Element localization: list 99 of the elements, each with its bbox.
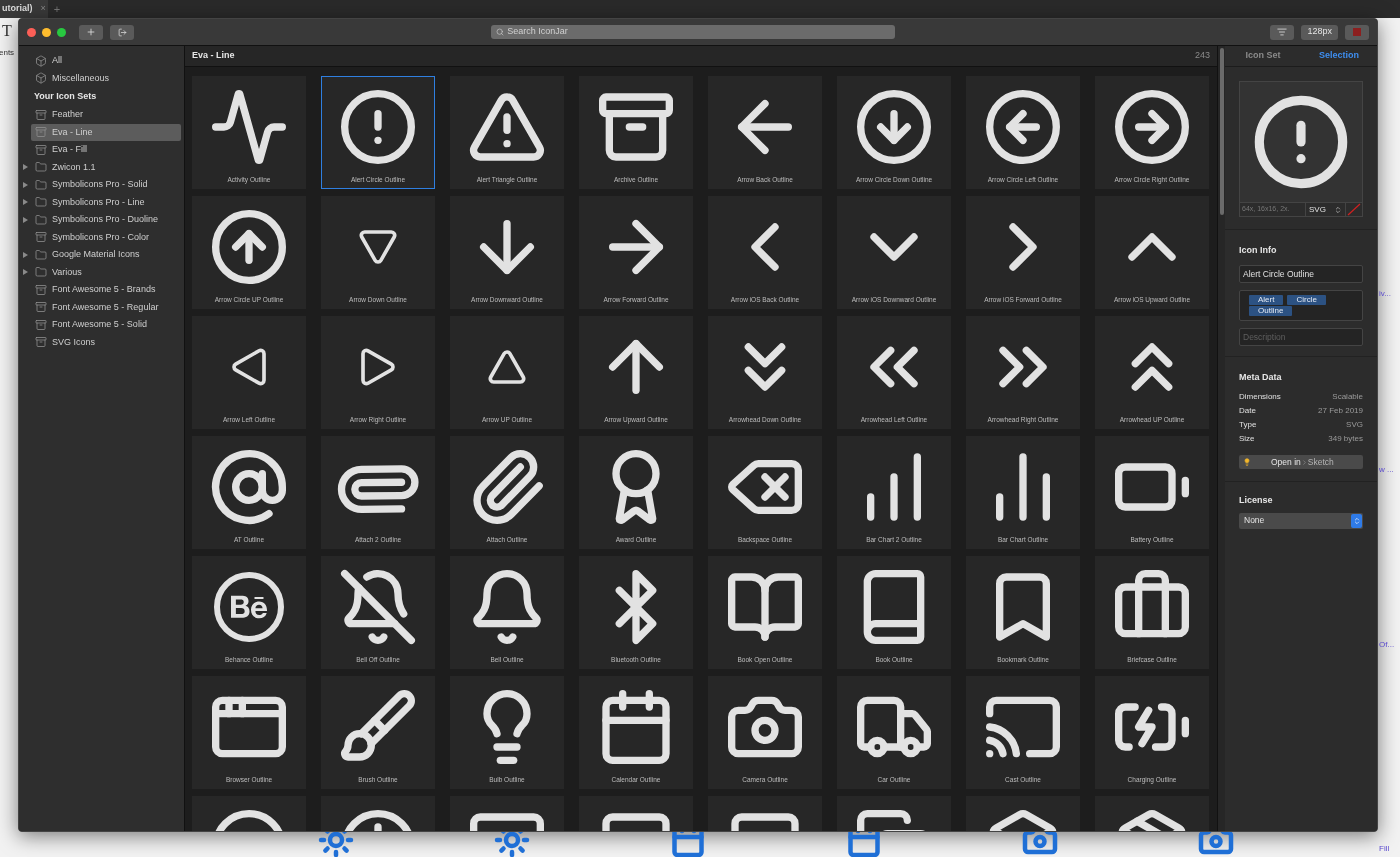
meta-key: Size xyxy=(1239,433,1255,445)
no-color-swatch-icon[interactable] xyxy=(1346,203,1362,216)
at-sign-icon xyxy=(209,447,289,527)
sidebar-item[interactable]: Miscellaneous xyxy=(31,69,181,87)
filter-icon xyxy=(1277,27,1288,37)
search-icon xyxy=(496,28,505,36)
scrollbar-thumb[interactable] xyxy=(1219,48,1224,215)
section-heading: License xyxy=(1239,494,1274,507)
updown-icon xyxy=(1351,513,1362,528)
meta-key: Dimensions xyxy=(1239,391,1281,403)
sidebar-item[interactable]: Symbolicons Pro - Duoline xyxy=(31,211,181,229)
tag-chip[interactable]: Outline xyxy=(1249,305,1293,316)
meta-value: SVG xyxy=(1346,419,1363,431)
tray-icon xyxy=(35,143,47,156)
tray-icon xyxy=(35,126,47,139)
alert-circle-icon xyxy=(338,87,418,167)
section-heading: Meta Data xyxy=(1239,370,1283,384)
expand-arrow-icon[interactable] xyxy=(22,216,28,223)
fragment-text: Fill xyxy=(1379,843,1391,855)
triangle-up-icon xyxy=(487,347,527,387)
color-button[interactable] xyxy=(1345,24,1369,40)
add-button[interactable] xyxy=(79,24,103,40)
fragment-text: iv... xyxy=(1379,288,1392,300)
circle-arrow-left-icon xyxy=(983,87,1063,167)
bell-off-icon xyxy=(338,567,418,647)
expand-arrow-icon[interactable] xyxy=(22,164,28,171)
sidebar-item[interactable]: Symbolicons Pro - Line xyxy=(31,193,181,211)
folder-icon xyxy=(35,178,47,191)
fragment-text: Of... xyxy=(1379,639,1396,651)
meta-key: Date xyxy=(1239,405,1256,417)
sidebar-item[interactable]: SVG Icons xyxy=(31,333,181,351)
sidebar-item[interactable]: Eva - Line xyxy=(31,123,181,141)
folder-icon xyxy=(35,196,47,209)
tray-icon xyxy=(35,336,47,349)
filter-button[interactable] xyxy=(1270,24,1295,40)
icon-name-field[interactable]: Alert Circle Outline xyxy=(1239,264,1363,283)
license-select[interactable]: None xyxy=(1239,512,1363,529)
circle-arrow-up-icon xyxy=(209,207,289,287)
triangle-right-icon xyxy=(358,347,398,387)
set-title: Eva - Line xyxy=(192,49,235,63)
expand-arrow-icon[interactable] xyxy=(22,269,28,276)
close-button[interactable] xyxy=(27,27,36,37)
format-select[interactable]: SVG xyxy=(1306,203,1346,216)
zoom-button[interactable] xyxy=(57,27,66,37)
sidebar-item[interactable]: Zwicon 1.1 xyxy=(31,158,181,176)
sidebar-item[interactable]: Eva - Fill xyxy=(31,141,181,159)
meta-value: 349 bytes xyxy=(1328,433,1363,445)
text-tool-glyph: T xyxy=(2,21,13,41)
sidebar-item[interactable]: Font Awesome 5 - Regular xyxy=(31,298,181,316)
folder-icon xyxy=(35,248,47,261)
export-icon xyxy=(117,27,127,37)
browser-tab[interactable]: utorial) × xyxy=(0,0,48,18)
folder-icon xyxy=(35,266,47,279)
tag-chip[interactable]: Alert xyxy=(1249,294,1284,305)
section-heading: Icon Info xyxy=(1239,244,1278,257)
tags-field[interactable]: Alert Circle Outline xyxy=(1239,289,1363,321)
tray-icon xyxy=(35,108,47,121)
sidebar-item[interactable]: Font Awesome 5 - Brands xyxy=(31,281,181,299)
sidebar-item[interactable]: Feather xyxy=(31,106,181,124)
sidebar-item[interactable]: Symbolicons Pro - Color xyxy=(31,228,181,246)
tray-icon xyxy=(35,283,47,296)
triangle-left-icon xyxy=(229,347,269,387)
icon-size-button[interactable]: 128px xyxy=(1301,24,1338,40)
chevron-right-icon xyxy=(1300,458,1308,466)
minimize-button[interactable] xyxy=(42,27,51,37)
export-button[interactable] xyxy=(110,24,134,40)
updown-icon xyxy=(1334,205,1342,214)
expand-arrow-icon[interactable] xyxy=(22,181,28,188)
inspector-tab[interactable]: Icon Set xyxy=(1225,49,1301,63)
expand-arrow-icon[interactable] xyxy=(22,251,28,258)
meta-key: Type xyxy=(1239,419,1257,431)
plus-icon xyxy=(86,27,96,37)
sidebar-item[interactable]: Symbolicons Pro - Solid xyxy=(31,176,181,194)
tray-icon xyxy=(35,301,47,314)
meta-value: Scalable xyxy=(1332,391,1363,403)
color-swatch-icon xyxy=(1353,28,1361,36)
meta-value: 27 Feb 2019 xyxy=(1318,405,1363,417)
behance-logo-icon xyxy=(214,572,284,642)
sidebar-item[interactable]: Font Awesome 5 - Solid xyxy=(31,316,181,334)
open-in-button[interactable]: Open in Sketch xyxy=(1239,455,1363,469)
tray-icon xyxy=(35,231,47,244)
triangle-down-icon xyxy=(358,227,398,267)
fragment-text: ents xyxy=(0,47,16,59)
folder-icon xyxy=(35,213,47,226)
tag-chip[interactable]: Circle xyxy=(1287,294,1326,305)
icon-count: 243 xyxy=(1194,49,1210,63)
lightbulb-icon xyxy=(1243,458,1251,466)
pulse-line-icon xyxy=(209,87,289,167)
sidebar-item[interactable]: Google Material Icons xyxy=(31,246,181,264)
tray-icon xyxy=(35,318,47,331)
sidebar-item[interactable]: All xyxy=(31,52,181,70)
sidebar-item[interactable]: Various xyxy=(31,263,181,281)
expand-arrow-icon[interactable] xyxy=(22,199,28,206)
inspector-tab[interactable]: Selection xyxy=(1301,49,1377,63)
circle-arrow-right-icon xyxy=(1112,87,1192,167)
circle-arrow-down-icon xyxy=(854,87,934,167)
folder-icon xyxy=(35,161,47,174)
section-heading: Your Icon Sets xyxy=(34,89,98,103)
fragment-text: w ... xyxy=(1379,464,1395,476)
